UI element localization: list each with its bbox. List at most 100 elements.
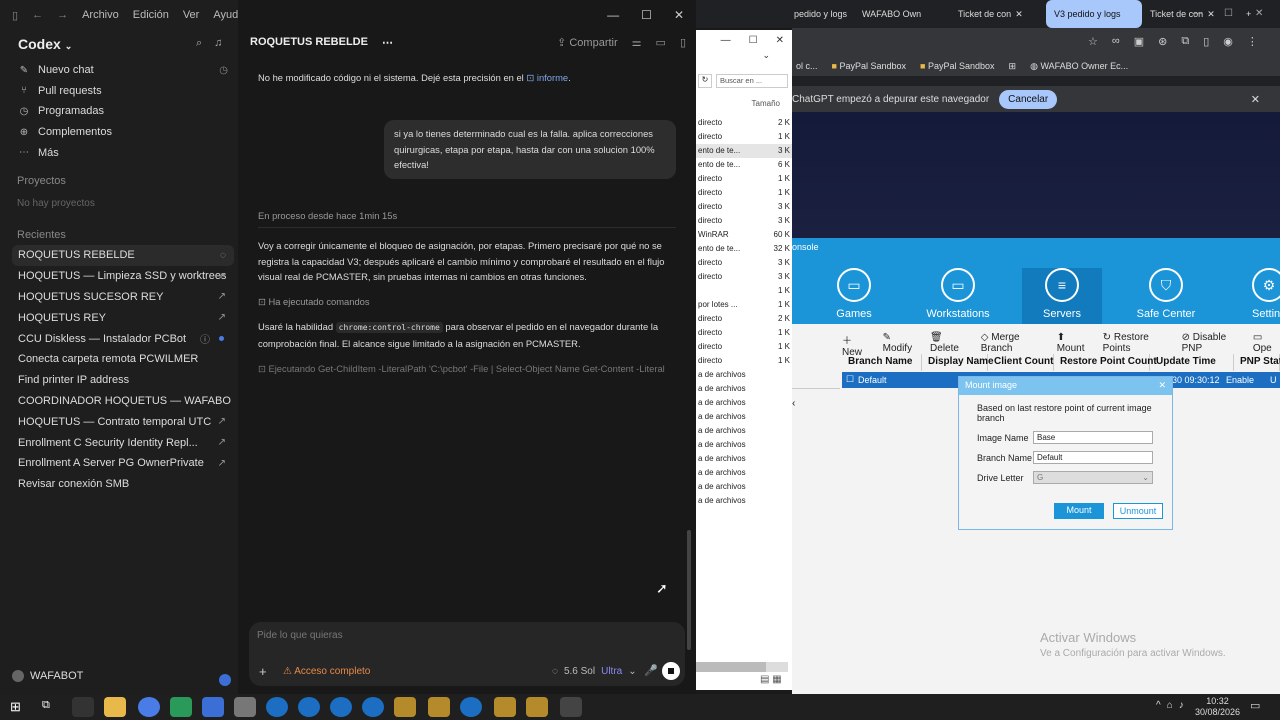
app-icon[interactable] bbox=[460, 697, 482, 717]
mic-icon[interactable]: 🎤 bbox=[644, 664, 658, 677]
explorer-row[interactable]: directo 3 K bbox=[696, 200, 792, 214]
chat-item[interactable]: ROQUETUS REBELDE ◌ bbox=[12, 245, 234, 266]
more-icon[interactable]: ⋯ bbox=[382, 36, 393, 49]
report-link[interactable]: ⊡ informe bbox=[526, 72, 568, 83]
forward-icon[interactable]: → bbox=[57, 9, 68, 21]
minimize-icon[interactable]: — bbox=[1192, 8, 1202, 19]
extension-icon[interactable]: ▣ bbox=[1134, 35, 1144, 48]
explorer-row[interactable]: a de archivos bbox=[696, 452, 792, 466]
nav-servers[interactable]: ≡ Servers bbox=[1022, 268, 1102, 324]
chevron-up-icon[interactable]: ^ bbox=[1156, 700, 1161, 711]
explorer-row[interactable]: a de archivos bbox=[696, 466, 792, 480]
explorer-row[interactable]: directo 1 K bbox=[696, 326, 792, 340]
explorer-row[interactable]: directo 3 K bbox=[696, 256, 792, 270]
column-header[interactable]: Restore Point Count bbox=[1054, 354, 1157, 371]
explorer-search-input[interactable]: Buscar en ... bbox=[716, 74, 788, 88]
explorer-row[interactable]: 1 K bbox=[696, 284, 792, 298]
tab-active[interactable]: V3 pedido y logs bbox=[1046, 0, 1142, 28]
column-header[interactable]: PNP State bbox=[1234, 354, 1280, 371]
menu-icon[interactable]: ⋮ bbox=[1247, 35, 1258, 48]
unmount-button[interactable]: Unmount bbox=[1113, 503, 1163, 519]
app-icon[interactable] bbox=[298, 697, 320, 717]
profile-icon[interactable]: ◉ bbox=[1223, 35, 1233, 48]
collapse-icon[interactable]: ‹ bbox=[792, 398, 795, 409]
app-icon[interactable] bbox=[330, 697, 352, 717]
explorer-row[interactable]: a de archivos bbox=[696, 480, 792, 494]
back-icon[interactable]: ← bbox=[32, 9, 43, 21]
mount-button[interactable]: Mount bbox=[1054, 503, 1104, 519]
tab[interactable]: WAFABO Own bbox=[854, 0, 950, 28]
task-view-icon[interactable]: ⧉ bbox=[42, 699, 50, 712]
explorer-row[interactable]: directo 2 K bbox=[696, 312, 792, 326]
close-icon[interactable]: ✕ bbox=[776, 35, 784, 46]
volume-icon[interactable]: ♪ bbox=[1179, 700, 1184, 711]
close-icon[interactable]: ✕ bbox=[674, 8, 684, 22]
file-explorer-icon[interactable] bbox=[104, 697, 126, 717]
diff-icon[interactable]: ⚌ bbox=[632, 36, 642, 49]
chat-item[interactable]: HOQUETUS SUCESOR REY ↗ bbox=[12, 287, 234, 308]
explorer-row[interactable]: a de archivos bbox=[696, 410, 792, 424]
app-icon[interactable] bbox=[138, 697, 160, 717]
sync-icon[interactable]: ⊛ bbox=[1158, 35, 1167, 48]
checkbox[interactable]: ☐ bbox=[846, 374, 854, 385]
app-icon[interactable] bbox=[266, 697, 288, 717]
exec-done[interactable]: ⊡ Ha ejecutado comandos bbox=[258, 294, 370, 310]
add-icon[interactable]: + bbox=[259, 664, 267, 679]
bookmark[interactable]: ■ PayPal Sandbox bbox=[832, 61, 907, 71]
model-selector[interactable]: ◌ 5.6 Sol Ultra ⌄ bbox=[552, 666, 637, 677]
close-icon[interactable]: ✕ bbox=[1255, 8, 1263, 19]
chat-item[interactable]: HOQUETUS — Limpieza SSD y worktrees ↗ bbox=[12, 266, 234, 287]
nav-safe-center[interactable]: ⛉ Safe Center bbox=[1126, 268, 1206, 320]
chat-item[interactable]: CCU Diskless — Instalador PCBot acumul ⓘ bbox=[12, 328, 234, 349]
network-icon[interactable]: ⌂ bbox=[1167, 700, 1173, 711]
panel-icon[interactable]: ▭ bbox=[656, 36, 666, 49]
minimize-icon[interactable]: — bbox=[721, 35, 731, 46]
prompt-input[interactable]: Pide lo que quieras bbox=[257, 630, 343, 641]
star-icon[interactable]: ☆ bbox=[1088, 35, 1098, 48]
maximize-icon[interactable]: ☐ bbox=[749, 35, 758, 46]
explorer-row[interactable]: directo 3 K bbox=[696, 270, 792, 284]
puzzle-icon[interactable]: ⧉ bbox=[1181, 35, 1189, 48]
chrome-icon[interactable] bbox=[560, 697, 582, 717]
chevron-down-icon[interactable]: ⌄ bbox=[696, 50, 792, 70]
cancel-button[interactable]: Cancelar bbox=[999, 89, 1058, 109]
share-button[interactable]: ⇪ Compartir bbox=[557, 36, 618, 49]
nav-games[interactable]: ▭ Games bbox=[814, 268, 894, 320]
clock[interactable]: 10:32 30/08/2026 bbox=[1195, 696, 1240, 718]
scrollbar[interactable] bbox=[687, 530, 691, 650]
nav-new-chat[interactable]: ✎ Nuevo chat ◷ bbox=[12, 60, 234, 81]
chat-item[interactable]: Enrollment A Server PG OwnerPrivate ↗ bbox=[12, 453, 234, 474]
refresh-icon[interactable]: ↻ bbox=[698, 74, 712, 88]
chat-item[interactable]: HOQUETUS REY ↗ bbox=[12, 307, 234, 328]
nav-settings[interactable]: ⚙ Settin bbox=[1230, 268, 1280, 320]
chat-item[interactable]: Conecta carpeta remota PCWILMER bbox=[12, 349, 234, 370]
app-icon[interactable] bbox=[170, 697, 192, 717]
windows-start-icon[interactable]: ⊞ bbox=[10, 699, 21, 715]
bookmark[interactable]: ◍ WAFABO Owner Ec... bbox=[1030, 61, 1128, 72]
chat-item[interactable]: Enrollment C Security Identity Repl... ↗ bbox=[12, 432, 234, 453]
maximize-icon[interactable]: ☐ bbox=[1224, 8, 1233, 19]
chat-item[interactable]: HOQUETUS — Contrato temporal UTC ↗ bbox=[12, 411, 234, 432]
size-column-header[interactable]: Tamaño bbox=[696, 92, 792, 116]
close-icon[interactable]: ✕ bbox=[1158, 380, 1166, 391]
explorer-row[interactable]: a de archivos bbox=[696, 396, 792, 410]
menu-edicion[interactable]: Edición bbox=[133, 9, 169, 21]
column-header[interactable]: Display Name bbox=[922, 354, 994, 371]
explorer-row[interactable]: directo 1 K bbox=[696, 172, 792, 186]
column-header[interactable]: Client Count bbox=[988, 354, 1054, 371]
app-icon[interactable] bbox=[362, 697, 384, 717]
explorer-row[interactable]: directo 2 K bbox=[696, 116, 792, 130]
codex-taskbar-icon[interactable] bbox=[72, 697, 94, 717]
exec-running[interactable]: ⊡ Ejecutando Get-ChildItem -LiteralPath … bbox=[258, 361, 686, 377]
tab[interactable]: pedido y logs bbox=[792, 0, 854, 28]
chrome-icon[interactable] bbox=[494, 697, 516, 717]
apps-icon[interactable]: ⊞ bbox=[1009, 61, 1017, 72]
nav-workstations[interactable]: ▭ Workstations bbox=[918, 268, 998, 320]
app-icon[interactable] bbox=[234, 697, 256, 717]
explorer-row[interactable]: a de archivos bbox=[696, 424, 792, 438]
explorer-row[interactable]: a de archivos bbox=[696, 438, 792, 452]
brand-dropdown[interactable]: Codex ⌄ bbox=[18, 36, 72, 52]
access-dropdown[interactable]: ⚠ Acceso completo bbox=[283, 666, 370, 677]
column-header[interactable]: Update Time bbox=[1150, 354, 1234, 371]
explorer-row[interactable]: a de archivos bbox=[696, 494, 792, 508]
